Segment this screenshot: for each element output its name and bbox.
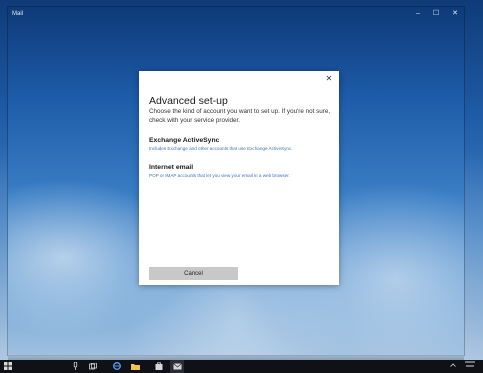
option-title: Internet email [149, 164, 194, 171]
store-icon[interactable] [154, 360, 164, 373]
dialog-description: Choose the kind of account you want to s… [149, 108, 331, 124]
option-subtitle: Includes Exchange and other accounts tha… [149, 146, 293, 151]
option-exchange-activesync[interactable]: Exchange ActiveSync Includes Exchange an… [149, 137, 335, 151]
window-close-button[interactable]: ✕ [448, 7, 462, 21]
window-titlebar: Mail – ☐ ✕ [8, 7, 464, 21]
option-subtitle: POP or IMAP accounts that let you view y… [149, 173, 290, 178]
option-title: Exchange ActiveSync [149, 137, 220, 144]
mail-icon[interactable] [170, 360, 184, 373]
start-icon[interactable] [2, 360, 14, 373]
file-explorer-icon[interactable] [130, 360, 140, 373]
task-view-icon[interactable] [88, 360, 98, 373]
edge-browser-icon[interactable] [112, 360, 122, 373]
option-internet-email[interactable]: Internet email POP or IMAP accounts that… [149, 164, 335, 178]
advanced-setup-dialog: ✕ Advanced set-up Choose the kind of acc… [139, 71, 339, 285]
window-title: Mail [12, 11, 24, 17]
clock-icon[interactable] [462, 360, 478, 373]
dialog-title: Advanced set-up [149, 95, 228, 107]
taskbar [0, 360, 483, 373]
cancel-button[interactable]: Cancel [149, 267, 238, 280]
tray-chevron-icon[interactable] [448, 360, 458, 373]
maximize-button[interactable]: ☐ [429, 7, 443, 21]
microphone-icon[interactable] [70, 360, 80, 373]
minimize-button[interactable]: – [411, 7, 425, 21]
dialog-close-button[interactable]: ✕ [323, 73, 335, 85]
